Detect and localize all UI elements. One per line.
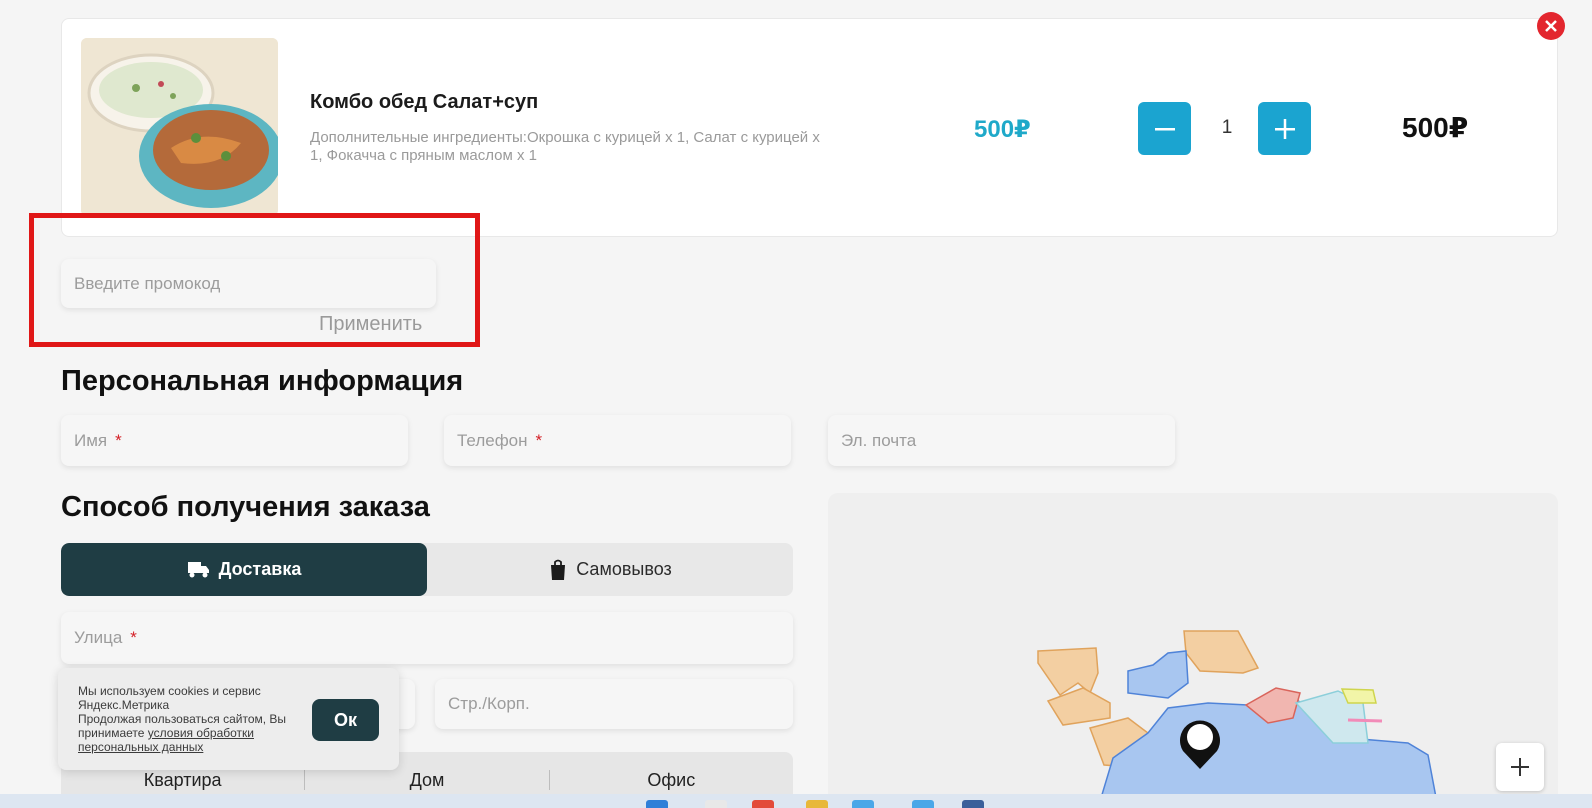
required-mark: * — [535, 430, 543, 450]
email-field[interactable]: Эл. почта — [828, 415, 1175, 466]
cookie-accept-button[interactable]: Ок — [312, 699, 379, 741]
product-title: Комбо обед Салат+суп — [310, 91, 539, 113]
app-icon[interactable] — [752, 800, 774, 808]
name-field[interactable]: Имя * — [61, 415, 408, 466]
apply-promo-button[interactable]: Применить — [319, 313, 422, 336]
folder-icon[interactable] — [806, 800, 828, 808]
app-icon[interactable] — [962, 800, 984, 808]
total-price: 500₽ — [1402, 112, 1469, 143]
required-mark: * — [130, 628, 137, 647]
decrease-quantity-button[interactable] — [1138, 102, 1191, 155]
cart-item-card: Комбо обед Салат+суп Дополнительные ингр… — [61, 18, 1558, 237]
delivery-method-title: Способ получения заказа — [61, 491, 430, 523]
tab-delivery[interactable]: Доставка — [61, 543, 427, 596]
map-zones — [1037, 630, 1439, 808]
cookie-text: Мы используем cookies и сервис Яндекс.Ме… — [78, 684, 313, 754]
tab-pickup[interactable]: Самовывоз — [427, 543, 793, 596]
email-placeholder: Эл. почта — [841, 430, 917, 450]
windows-start-icon[interactable] — [646, 800, 668, 808]
unit-price: 500₽ — [974, 116, 1031, 143]
app-icon[interactable] — [912, 800, 934, 808]
remove-item-button[interactable] — [1537, 12, 1565, 40]
personal-info-title: Персональная информация — [61, 365, 464, 397]
tab-pickup-label: Самовывоз — [576, 559, 672, 579]
quantity-value: 1 — [1221, 117, 1233, 138]
delivery-truck-icon — [187, 561, 209, 577]
close-icon — [1545, 20, 1557, 32]
street-placeholder: Улица — [74, 628, 123, 647]
tab-house[interactable]: Дом — [305, 770, 548, 791]
cookie-banner: Мы используем cookies и сервис Яндекс.Ме… — [58, 668, 399, 770]
search-icon[interactable] — [705, 800, 727, 808]
promo-code-input[interactable]: Введите промокод — [61, 259, 436, 308]
delivery-zones-map[interactable] — [828, 493, 1558, 808]
plus-icon — [1511, 758, 1529, 776]
increase-quantity-button[interactable] — [1258, 102, 1311, 155]
phone-placeholder: Телефон — [457, 430, 528, 450]
building-placeholder: Стр./Корп. — [448, 694, 530, 713]
browser-icon[interactable] — [852, 800, 874, 808]
required-mark: * — [115, 430, 122, 450]
minus-icon — [1154, 127, 1175, 130]
phone-field[interactable]: Телефон * — [444, 415, 791, 466]
tab-apartment[interactable]: Квартира — [61, 770, 304, 791]
product-image — [81, 38, 278, 216]
building-field[interactable]: Стр./Корп. — [435, 679, 793, 729]
tab-office[interactable]: Офис — [550, 770, 793, 791]
tab-delivery-label: Доставка — [218, 559, 302, 579]
cookie-line-1: Мы используем cookies и сервис Яндекс.Ме… — [78, 684, 261, 712]
os-taskbar — [0, 794, 1592, 808]
street-field[interactable]: Улица * — [61, 612, 793, 664]
plus-icon — [1274, 118, 1295, 139]
shopping-bag-icon — [551, 559, 566, 580]
product-description: Дополнительные ингредиенты:Окрошка с кур… — [310, 129, 820, 164]
name-placeholder: Имя — [74, 430, 108, 450]
promo-placeholder: Введите промокод — [74, 273, 221, 293]
map-zoom-in-button[interactable] — [1496, 743, 1544, 791]
delivery-method-tabs: Доставка Самовывоз — [61, 543, 793, 596]
